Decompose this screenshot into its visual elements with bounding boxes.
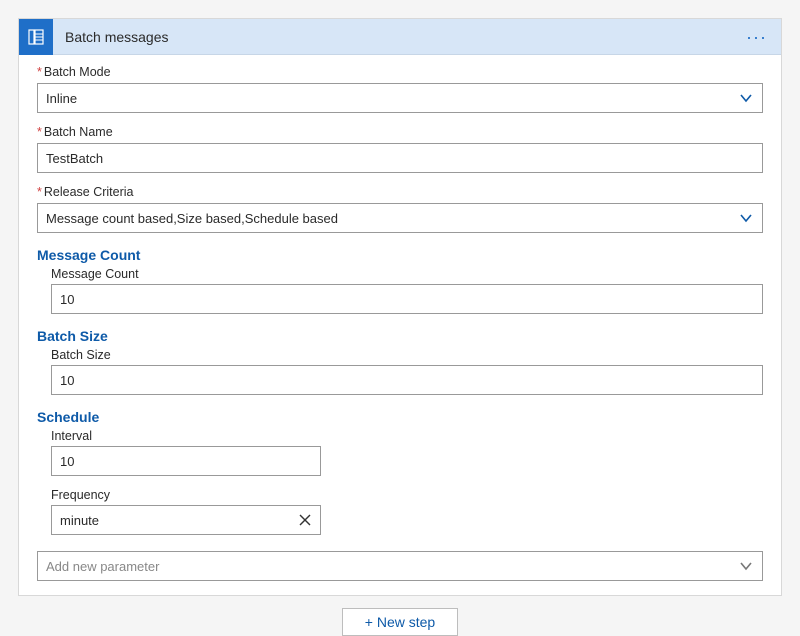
add-new-parameter-select[interactable]: Add new parameter [37, 551, 763, 581]
batch-icon [19, 19, 53, 55]
card-body: Batch Mode Inline Batch Name TestBatch R… [19, 55, 781, 595]
frequency-label: Frequency [51, 488, 763, 502]
release-criteria-select[interactable]: Message count based,Size based,Schedule … [37, 203, 763, 233]
message-count-field-label: Message Count [51, 267, 763, 281]
release-criteria-value: Message count based,Size based,Schedule … [46, 211, 338, 226]
batch-size-value: 10 [60, 373, 74, 388]
message-count-value: 10 [60, 292, 74, 307]
more-options-button[interactable]: ··· [742, 32, 771, 42]
new-step-row: + New step [18, 608, 782, 636]
card-title: Batch messages [65, 29, 742, 45]
interval-label: Interval [51, 429, 763, 443]
schedule-section-title: Schedule [37, 409, 763, 425]
chevron-down-icon [738, 90, 754, 106]
frequency-value: minute [60, 513, 99, 528]
clear-icon[interactable] [298, 513, 312, 527]
batch-name-input[interactable]: TestBatch [37, 143, 763, 173]
interval-value: 10 [60, 454, 74, 469]
chevron-down-icon [738, 558, 754, 574]
batch-size-input[interactable]: 10 [51, 365, 763, 395]
batch-name-label: Batch Name [37, 125, 763, 139]
add-new-parameter-placeholder: Add new parameter [46, 559, 159, 574]
batch-size-section-title: Batch Size [37, 328, 763, 344]
message-count-section-title: Message Count [37, 247, 763, 263]
release-criteria-label: Release Criteria [37, 185, 763, 199]
batch-mode-select[interactable]: Inline [37, 83, 763, 113]
message-count-input[interactable]: 10 [51, 284, 763, 314]
batch-messages-card: Batch messages ··· Batch Mode Inline Bat… [18, 18, 782, 596]
batch-name-value: TestBatch [46, 151, 103, 166]
interval-input[interactable]: 10 [51, 446, 321, 476]
batch-size-field-label: Batch Size [51, 348, 763, 362]
frequency-select[interactable]: minute [51, 505, 321, 535]
batch-mode-value: Inline [46, 91, 77, 106]
batch-mode-label: Batch Mode [37, 65, 763, 79]
chevron-down-icon [738, 210, 754, 226]
card-header: Batch messages ··· [19, 19, 781, 55]
new-step-button[interactable]: + New step [342, 608, 458, 636]
